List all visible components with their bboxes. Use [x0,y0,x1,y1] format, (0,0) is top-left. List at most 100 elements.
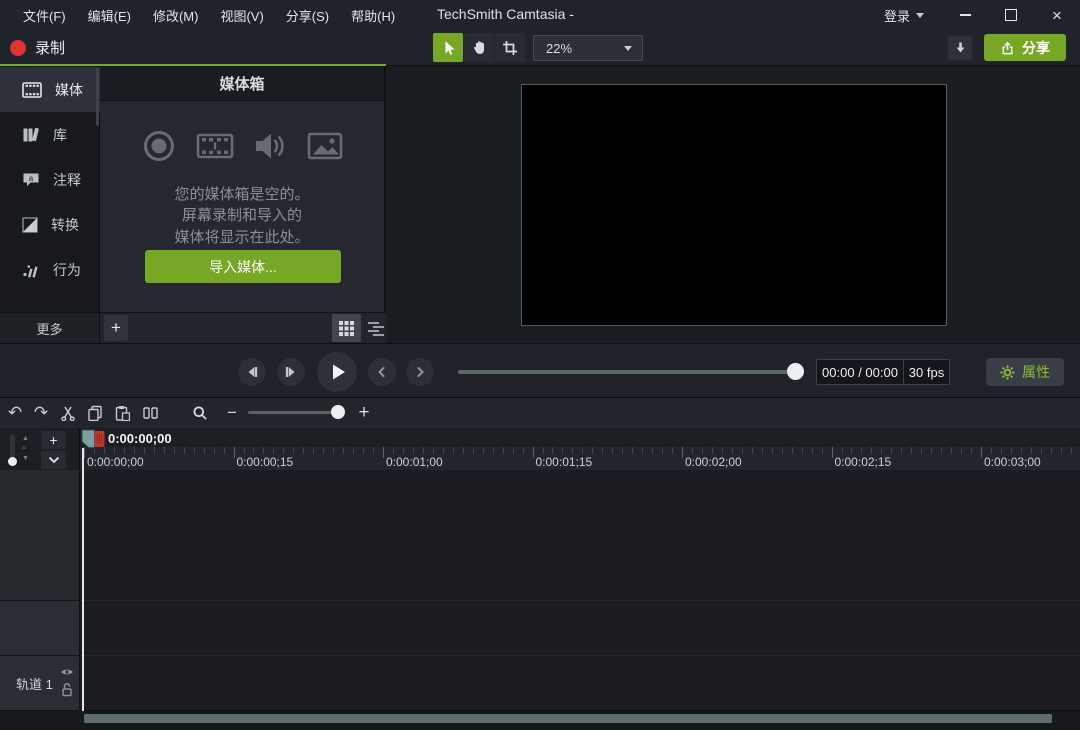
ruler-minor-tick [174,447,175,454]
collapse-tracks-button[interactable] [41,451,66,469]
menu-modify[interactable]: 修改(M) [142,6,210,25]
sidebar-item-annotations[interactable]: a 注释 [0,157,100,202]
scrubber-track[interactable] [458,370,802,374]
add-track-button[interactable]: + [41,431,66,449]
timeline-zoom-track[interactable] [248,411,344,414]
timeline-zoom-handle[interactable] [331,405,345,419]
sidebar-item-behaviors[interactable]: 行为 [0,247,100,292]
menu-help[interactable]: 帮助(H) [340,6,406,25]
ruler-minor-tick [901,447,902,454]
import-media-button[interactable]: 导入媒体... [145,250,341,283]
ruler-minor-tick [772,447,773,454]
zoom-out-button[interactable]: − [224,398,240,428]
ruler-minor-tick [592,447,593,454]
sidebar-item-label: 行为 [53,260,81,280]
timeline-scroll-row [0,710,1080,730]
ruler-major-tick [533,447,534,458]
step-forward-icon [284,365,298,379]
undo-icon: ↶ [8,405,22,422]
pan-tool-button[interactable] [464,33,494,62]
canvas-zoom-dropdown[interactable]: 22% [533,35,643,61]
ruler-major-tick [832,447,833,458]
time-display: 00:00 / 00:00 [817,360,903,384]
track-height-handle[interactable] [8,457,17,466]
undo-button[interactable]: ↶ [2,398,28,428]
image-icon [306,128,344,164]
track-visibility-toggle eye-icon[interactable] [60,667,74,677]
copy-button[interactable] [82,398,108,428]
add-media-button[interactable]: + [104,315,128,341]
selection-tool-button[interactable] [433,33,463,62]
paste-button[interactable] [109,398,135,428]
properties-button[interactable]: 属性 [986,358,1064,386]
ruler-minor-tick [443,447,444,454]
ruler-minor-tick [612,447,613,454]
video-filmstrip-icon [196,128,234,164]
horizontal-scrollbar[interactable] [84,714,1052,723]
ruler-minor-tick [413,447,414,454]
ruler-minor-tick [353,447,354,454]
menu-edit[interactable]: 编辑(E) [77,6,142,25]
timeline-zoom-button[interactable] [191,398,209,428]
sidebar-item-transitions[interactable]: 转换 [0,202,100,247]
play-button[interactable] [317,352,357,392]
timeline-header: ▲ ⌕ ▼ + 0:00:00;000:00:00;150:00:01;000:… [0,428,1080,470]
ruler-minor-tick [652,447,653,454]
step-forward-button[interactable] [277,358,305,386]
ruler-minor-tick [244,447,245,454]
redo-button[interactable]: ↷ [28,398,54,428]
step-back-icon [245,365,259,379]
sidebar-item-label: 注释 [53,170,81,190]
ruler-minor-tick [1061,447,1062,454]
playhead-line[interactable] [82,448,84,711]
sidebar-item-media[interactable]: 媒体 [0,67,100,112]
ruler-minor-tick [154,447,155,454]
more-tabs-button[interactable]: 更多 [0,312,100,343]
split-button[interactable] [137,398,163,428]
ruler-minor-tick [642,447,643,454]
sidebar-item-library[interactable]: 库 [0,112,100,157]
cursor-arrow-icon [440,39,457,56]
track-lock-toggle unlock-icon[interactable] [61,682,73,697]
menu-share[interactable]: 分享(S) [275,6,340,25]
ruler-minor-tick [881,447,882,454]
sign-in-button[interactable]: 登录 [884,0,924,30]
ruler-label: 0:00:03;00 [984,455,1041,469]
ruler-minor-tick [303,447,304,454]
previous-clip-button[interactable] [368,358,396,386]
share-icon [1000,40,1015,56]
video-preview[interactable] [521,84,947,326]
minimize-button[interactable] [942,0,988,30]
audio-speaker-icon [253,128,287,164]
ruler-minor-tick [911,447,912,454]
maximize-button[interactable] [988,0,1034,30]
menu-view[interactable]: 视图(V) [209,6,274,25]
ruler-minor-tick [403,447,404,454]
track1-header: 轨道 1 [0,655,80,710]
ruler-minor-tick [124,447,125,454]
callout-icon: a [22,172,40,188]
grid-view-button[interactable] [332,314,361,342]
ruler-major-tick [682,447,683,458]
playhead-handle[interactable] [81,429,106,449]
ruler-minor-tick [273,447,274,454]
sidebar-scrollbar[interactable] [96,68,99,126]
timeline-ruler[interactable]: 0:00:00;000:00:00;150:00:01;000:00:01;15… [80,428,1080,470]
magnifier-mini-icon: ⌕ [22,444,26,452]
close-button[interactable]: × [1034,0,1080,30]
menu-file[interactable]: 文件(F) [12,6,77,25]
frame-rate-display: 30 fps [903,360,949,384]
record-button[interactable]: 录制 [10,30,65,65]
ruler-label: 0:00:01;15 [536,455,593,469]
download-button[interactable] [948,36,972,60]
next-clip-button[interactable] [406,358,434,386]
share-button[interactable]: 分享 [984,34,1066,61]
crop-tool-button[interactable] [495,33,525,62]
step-back-button[interactable] [238,358,266,386]
grid-view-icon [339,321,354,336]
cut-button[interactable] [55,398,81,428]
scrubber-handle[interactable] [787,363,804,380]
zoom-in-button[interactable]: + [355,398,373,428]
ruler-minor-tick [144,447,145,454]
ruler-tick-strip: 0:00:00;000:00:00;150:00:01;000:00:01;15… [80,447,1080,470]
